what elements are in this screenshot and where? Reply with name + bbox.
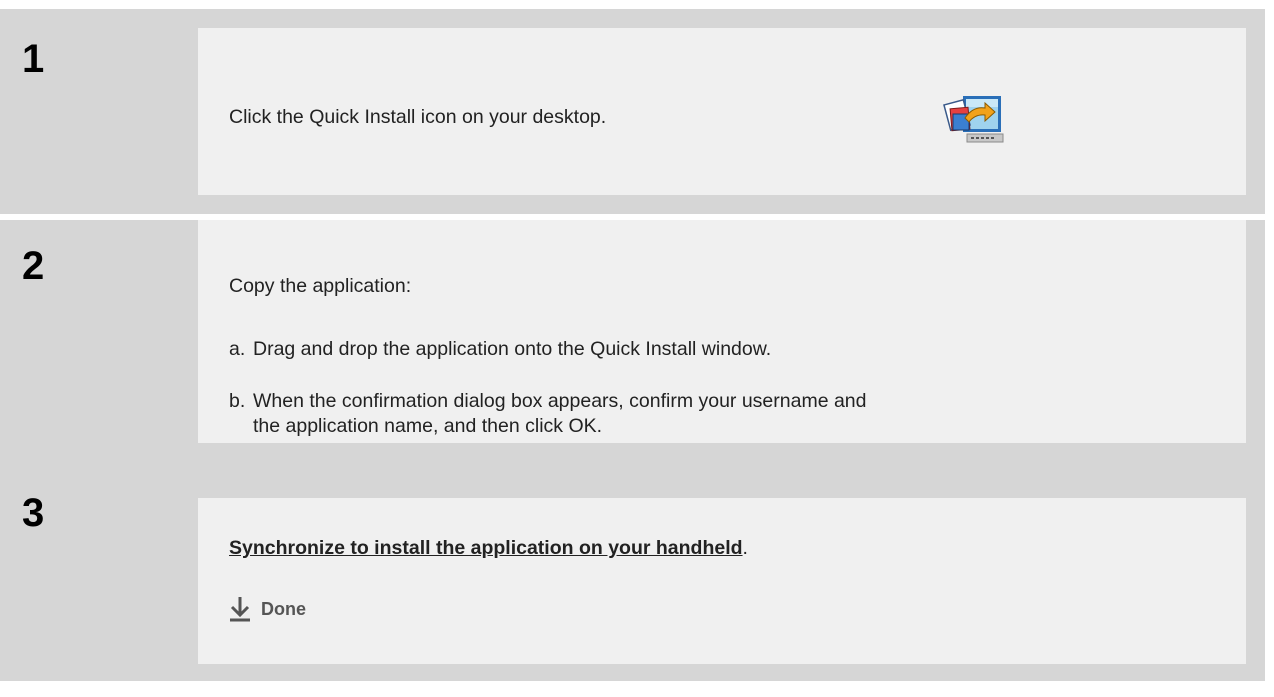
substep-b: b. When the confirmation dialog box appe… bbox=[229, 389, 867, 439]
step-text: Synchronize to install the application o… bbox=[229, 536, 748, 561]
step-text: Click the Quick Install icon on your des… bbox=[229, 106, 607, 128]
instruction-page: 1 Click the Quick Install icon on your d… bbox=[0, 0, 1274, 697]
step-number: 1 bbox=[22, 37, 45, 81]
step-1: 1 Click the Quick Install icon on your d… bbox=[0, 9, 1265, 214]
done-marker: Done bbox=[229, 596, 306, 622]
step-number: 2 bbox=[22, 244, 45, 288]
substep-letter: a. bbox=[229, 338, 246, 360]
substep-text-line: When the confirmation dialog box appears… bbox=[253, 390, 867, 412]
step-intro-text: Copy the application: bbox=[229, 275, 412, 297]
step-number-column: 1 bbox=[0, 9, 198, 214]
link-suffix: . bbox=[742, 537, 748, 559]
quick-install-icon[interactable] bbox=[941, 84, 1011, 154]
substep-a: a. Drag and drop the application onto th… bbox=[229, 337, 771, 362]
step-3: 3 Synchronize to install the application… bbox=[0, 469, 1265, 681]
step-content: Copy the application: a. Drag and drop t… bbox=[198, 220, 1246, 443]
step-number-column: 3 bbox=[0, 469, 198, 681]
step-content: Click the Quick Install icon on your des… bbox=[198, 28, 1246, 195]
down-arrow-icon bbox=[230, 597, 250, 622]
step-number: 3 bbox=[22, 491, 45, 535]
step-number-column: 2 bbox=[0, 220, 198, 470]
substep-letter: b. bbox=[229, 390, 246, 412]
done-label: Done bbox=[261, 598, 306, 619]
substep-text-line: the application name, and then click OK. bbox=[253, 415, 603, 437]
synchronize-link[interactable]: Synchronize to install the application o… bbox=[229, 537, 743, 559]
substep-text-line: Drag and drop the application onto the Q… bbox=[253, 338, 772, 360]
step-content: Synchronize to install the application o… bbox=[198, 498, 1246, 664]
step-2: 2 Copy the application: a. Drag and drop… bbox=[0, 220, 1265, 470]
